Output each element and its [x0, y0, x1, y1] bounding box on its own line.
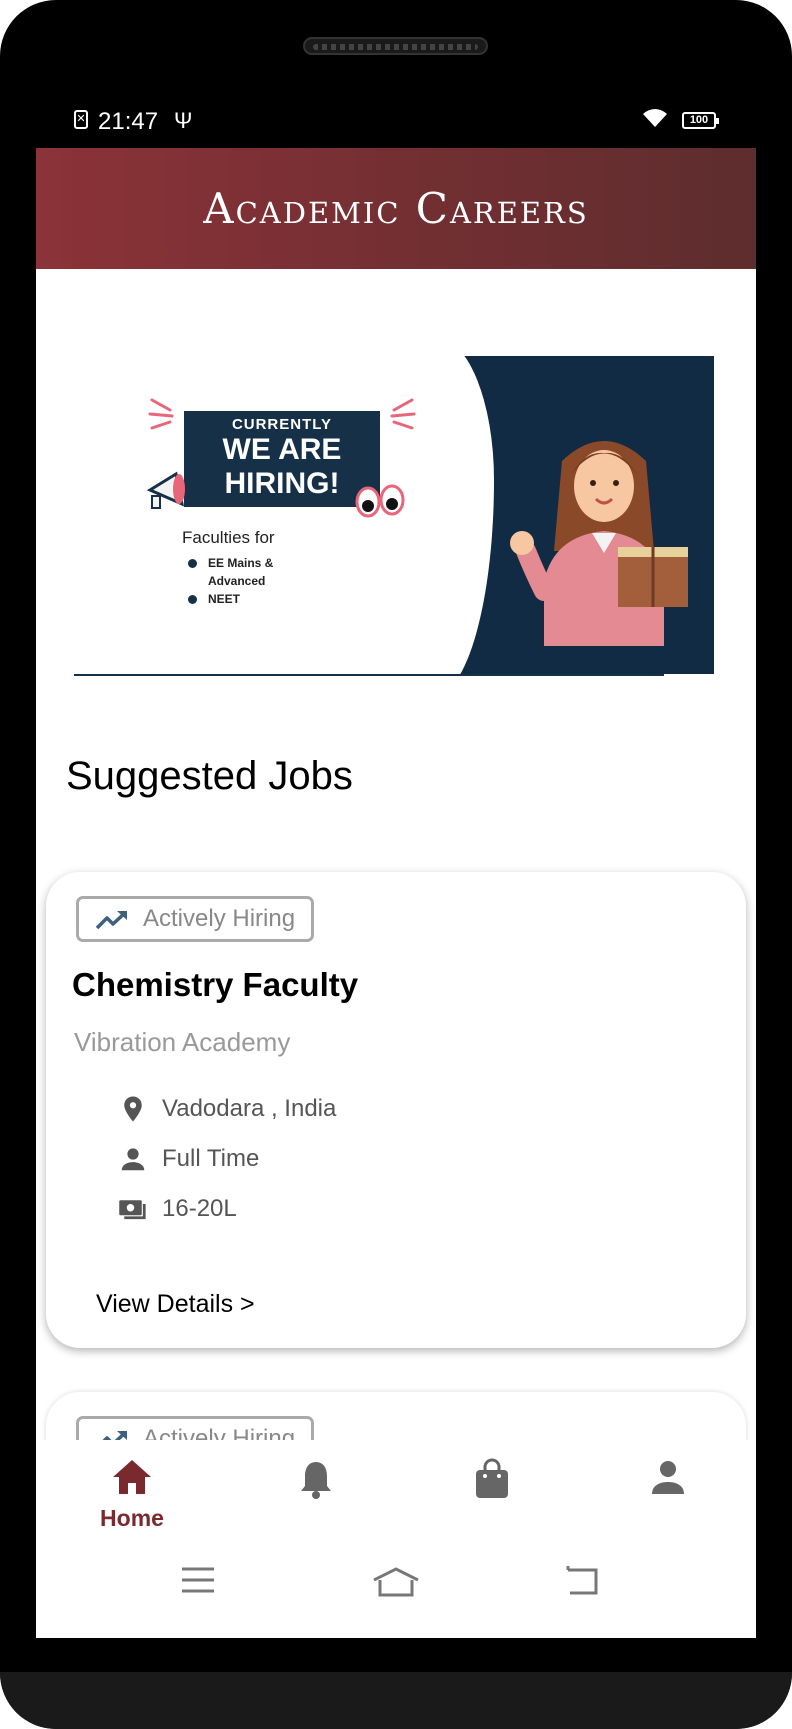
teacher-illustration	[510, 441, 688, 646]
phone-frame: ✕ 21:47 Ψ 100 Academic Careers CURRENTLY…	[0, 0, 792, 1729]
money-icon	[119, 1200, 146, 1220]
home-icon[interactable]	[372, 1566, 420, 1598]
location-pin-icon	[124, 1096, 142, 1122]
status-time: 21:47	[98, 108, 159, 135]
hiring-banner[interactable]: CURRENTLY WE ARE HIRING! Faculties for E…	[74, 356, 714, 676]
section-title: Suggested Jobs	[66, 754, 353, 798]
system-navigation-bar	[36, 1546, 756, 1616]
person-icon	[652, 1461, 684, 1494]
banner-we-are: WE ARE	[222, 433, 342, 466]
nav-jobs[interactable]	[442, 1458, 542, 1505]
banner-faculties-for: Faculties for	[182, 528, 275, 547]
eyes-icon	[355, 484, 405, 518]
job-location: Vadodara , India	[118, 1094, 336, 1124]
location-text: Vadodara , India	[162, 1095, 337, 1122]
job-type: Full Time	[118, 1144, 259, 1174]
status-bar: ✕ 21:47 Ψ 100	[36, 100, 756, 142]
home-icon	[113, 1460, 151, 1494]
burst-lines-icon	[148, 398, 174, 430]
banner-list-item: NEET	[188, 590, 273, 608]
banner-list-item: EE Mains &	[188, 554, 273, 572]
job-type-text: Full Time	[162, 1145, 260, 1172]
hiring-sign: CURRENTLY WE ARE HIRING!	[184, 411, 380, 507]
app-screen: Academic Careers CURRENTLY WE ARE HIRING…	[36, 148, 756, 1638]
banner-hiring: HIRING!	[224, 467, 340, 500]
job-title: Chemistry Faculty	[72, 966, 359, 1003]
shopping-bag-icon	[476, 1458, 508, 1498]
salary-text: 16-20L	[162, 1195, 237, 1222]
speaker-grille	[303, 37, 488, 55]
app-title: Academic Careers	[203, 184, 589, 233]
burst-lines-icon	[390, 398, 416, 430]
bell-icon	[301, 1462, 331, 1499]
megaphone-icon	[146, 471, 185, 509]
badge-label: Actively Hiring	[143, 905, 296, 932]
company-name: Vibration Academy	[74, 1027, 291, 1057]
person-icon	[121, 1148, 145, 1171]
actively-hiring-badge: Actively Hiring	[76, 896, 314, 942]
nav-home[interactable]: Home	[82, 1458, 182, 1532]
usb-icon: Ψ	[174, 108, 193, 133]
battery-icon: 100	[682, 112, 719, 129]
back-icon[interactable]	[564, 1566, 600, 1596]
phone-chin	[0, 1672, 792, 1729]
job-salary: 16-20L	[118, 1194, 237, 1224]
nav-profile[interactable]	[618, 1458, 718, 1503]
bottom-navigation: Home	[36, 1440, 756, 1638]
app-bar: Academic Careers	[36, 148, 756, 269]
banner-currently: CURRENTLY	[231, 416, 333, 433]
menu-icon[interactable]	[180, 1566, 216, 1594]
trending-up-icon	[95, 910, 128, 930]
banner-list-item: Advanced	[208, 574, 266, 588]
job-card[interactable]: Actively Hiring Chemistry Faculty Vibrat…	[46, 872, 746, 1348]
nav-notifications[interactable]	[266, 1458, 366, 1505]
banner-faculty-list: EE Mains & Advanced NEET	[188, 554, 273, 608]
no-sim-icon: ✕	[74, 110, 88, 129]
banner-divider	[74, 674, 664, 676]
wifi-icon	[643, 109, 667, 127]
nav-home-label: Home	[100, 1505, 164, 1531]
view-details-link[interactable]: View Details >	[96, 1290, 255, 1319]
